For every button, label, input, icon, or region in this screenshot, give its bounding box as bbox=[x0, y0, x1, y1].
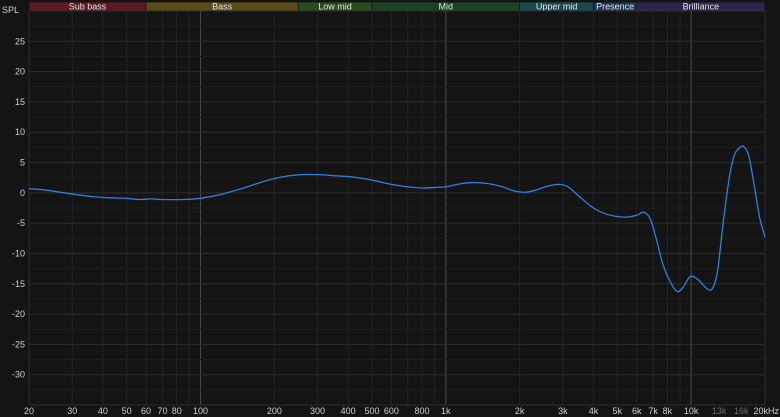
y-tick-label-6: -5 bbox=[17, 218, 25, 228]
band-label-3: Mid bbox=[439, 2, 454, 12]
band-label-0: Sub bass bbox=[69, 2, 107, 12]
y-tick-label-3: 10 bbox=[15, 127, 25, 137]
frequency-response-chart: Sub bass Bass Low mid Mid Upper mid Presence B… bbox=[0, 0, 780, 417]
y-tick-label-2: 15 bbox=[15, 97, 25, 107]
x-tick-label-15: 2k bbox=[515, 406, 525, 416]
y-tick-label-1: 20 bbox=[15, 67, 25, 77]
band-label-4: Upper mid bbox=[536, 2, 578, 12]
x-tick-label-6: 80 bbox=[172, 406, 182, 416]
x-tick-label-20: 7k bbox=[648, 406, 658, 416]
x-tick-label-22: 10k bbox=[684, 406, 699, 416]
x-tick-label-23: 13k bbox=[712, 406, 727, 416]
x-tick-label-12: 600 bbox=[384, 406, 399, 416]
x-tick-label-8: 200 bbox=[267, 406, 282, 416]
band-label-2: Low mid bbox=[318, 2, 352, 12]
x-tick-label-16: 3k bbox=[558, 406, 568, 416]
frequency-bands: Sub bass Bass Low mid Mid Upper mid Presence B… bbox=[28, 2, 766, 12]
x-tick-label-2: 40 bbox=[98, 406, 108, 416]
x-tick-label-24: 16k bbox=[734, 406, 749, 416]
x-tick-label-25: 20kHz bbox=[753, 406, 779, 416]
x-tick-label-5: 70 bbox=[157, 406, 167, 416]
y-tick-label-5: 0 bbox=[20, 188, 25, 198]
y-tick-label-8: -15 bbox=[12, 279, 25, 289]
y-tick-label-9: -20 bbox=[12, 309, 25, 319]
x-tick-label-9: 300 bbox=[310, 406, 325, 416]
x-tick-label-14: 1k bbox=[441, 406, 451, 416]
x-tick-label-19: 6k bbox=[632, 406, 642, 416]
y-tick-label-7: -10 bbox=[12, 248, 25, 258]
x-tick-label-7: 100 bbox=[193, 406, 208, 416]
x-tick-label-0: 20 bbox=[24, 406, 34, 416]
y-tick-label-4: 5 bbox=[20, 158, 25, 168]
band-label-1: Bass bbox=[212, 2, 233, 12]
band-label-6: Brilliance bbox=[683, 2, 720, 12]
x-tick-label-21: 8k bbox=[663, 406, 673, 416]
x-tick-label-13: 800 bbox=[415, 406, 430, 416]
x-tick-label-1: 30 bbox=[67, 406, 77, 416]
y-tick-label-11: -30 bbox=[12, 370, 25, 380]
band-label-5: Presence bbox=[596, 2, 634, 12]
y-axis-label: SPL bbox=[2, 5, 19, 15]
x-tick-label-4: 60 bbox=[141, 406, 151, 416]
x-tick-label-11: 500 bbox=[364, 406, 379, 416]
x-tick-label-17: 4k bbox=[589, 406, 599, 416]
x-tick-label-18: 5k bbox=[613, 406, 623, 416]
x-tick-label-10: 400 bbox=[341, 406, 356, 416]
x-tick-label-3: 50 bbox=[122, 406, 132, 416]
y-tick-label-10: -25 bbox=[12, 339, 25, 349]
y-tick-label-0: 25 bbox=[15, 36, 25, 46]
